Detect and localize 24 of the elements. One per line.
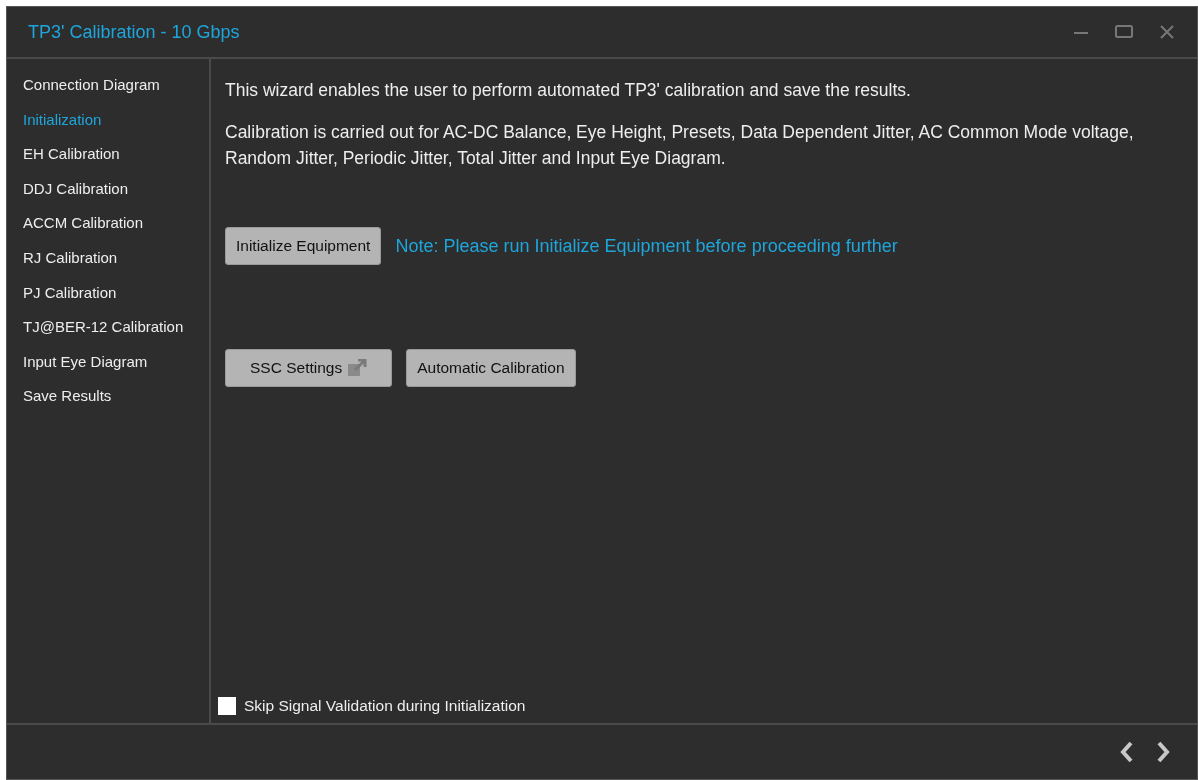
- description-text: This wizard enables the user to perform automated TP3' calibration and save the results.: [225, 79, 912, 102]
- external-link-icon: [347, 359, 368, 377]
- sidebar-item[interactable]: ACCM Calibration: [7, 214, 209, 249]
- window-title: TP3' Calibration - 10 Gbps: [28, 21, 240, 43]
- back-icon[interactable]: [1119, 740, 1135, 764]
- sidebar-item[interactable]: Save Results: [7, 387, 209, 422]
- checkbox[interactable]: [218, 697, 236, 715]
- sidebar-item[interactable]: DDJ Calibration: [7, 179, 209, 215]
- sidebar-item[interactable]: TJ@BER-12 Calibration: [7, 318, 209, 353]
- sidebar-item[interactable]: EH Calibration: [7, 145, 209, 180]
- sidebar-item[interactable]: Input Eye Diagram: [7, 352, 209, 388]
- action-button[interactable]: SSC Settings: [225, 349, 393, 387]
- close-icon[interactable]: [1159, 24, 1175, 40]
- next-icon[interactable]: [1155, 740, 1171, 764]
- sidebar-item[interactable]: PJ Calibration: [7, 283, 209, 319]
- sidebar-item[interactable]: Initialization: [7, 110, 209, 146]
- initialize-equipment-button[interactable]: Initialize Equipment: [225, 227, 382, 265]
- action-button[interactable]: Automatic Calibration: [406, 349, 576, 387]
- checkbox-label: Skip Signal Validation during Initialization: [244, 697, 526, 715]
- maximize-icon[interactable]: [1115, 24, 1133, 40]
- description-text: Calibration is carried out for AC-DC Balance, Eye Height, Presets, Data Dependent Jitter, AC Common Mode voltage, Random Jitter, Periodic Jitter, Total Jitter and Input Eye Diagram.: [225, 121, 1135, 170]
- note-text: Note: Please run Initialize Equipment before proceeding further: [395, 235, 898, 257]
- sidebar-item[interactable]: RJ Calibration: [7, 248, 209, 284]
- sidebar-item[interactable]: Connection Diagram: [7, 76, 209, 111]
